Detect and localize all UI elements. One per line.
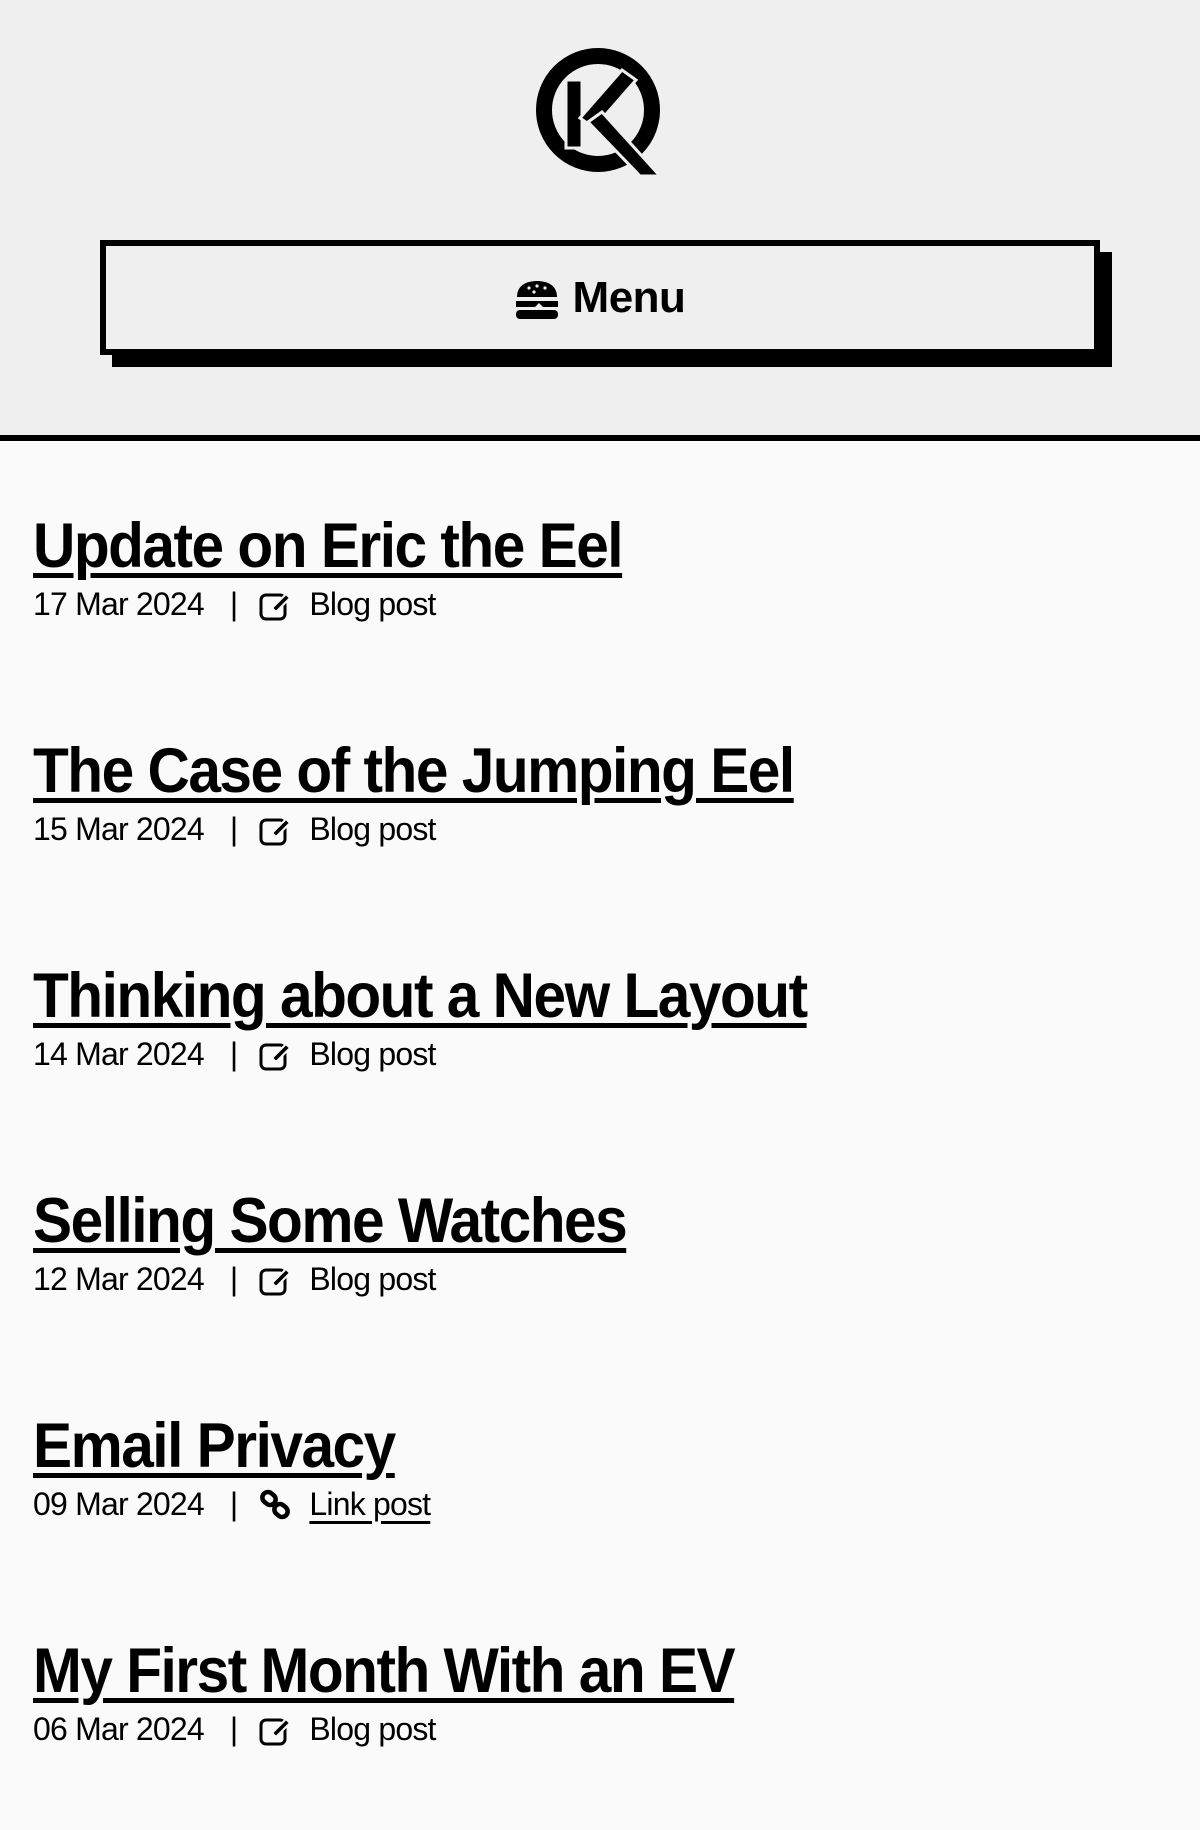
post-date: 15 Mar 2024	[33, 811, 205, 847]
burger-icon	[515, 280, 558, 319]
site-header: Menu	[0, 0, 1200, 441]
post-item: Update on Eric the Eel 17 Mar 2024 | Blo…	[33, 515, 666, 623]
post-meta: 17 Mar 2024 | Blog post	[33, 586, 666, 623]
edit-icon	[259, 592, 292, 620]
post-type: Blog post	[309, 1036, 436, 1072]
post-meta: 14 Mar 2024 | Blog post	[33, 1036, 865, 1073]
post-title-link[interactable]: Selling Some Watches	[33, 1190, 628, 1253]
post-type-link[interactable]: Link post	[309, 1486, 431, 1522]
meta-separator: |	[229, 811, 238, 847]
post-date: 06 Mar 2024	[33, 1711, 205, 1747]
post-title-link[interactable]: Update on Eric the Eel	[33, 515, 624, 578]
post-meta: 12 Mar 2024 | Blog post	[33, 1261, 671, 1298]
post-type: Blog post	[309, 811, 436, 847]
meta-separator: |	[229, 1711, 238, 1747]
post-title-link[interactable]: Thinking about a New Layout	[33, 965, 808, 1028]
meta-separator: |	[229, 1261, 238, 1297]
post-type: Blog post	[309, 586, 436, 622]
edit-icon	[259, 1717, 292, 1745]
post-meta: 06 Mar 2024 | Blog post	[33, 1711, 787, 1748]
link-icon	[260, 1489, 291, 1519]
post-item: Selling Some Watches 12 Mar 2024 | Blog …	[33, 1190, 671, 1298]
post-type: Link post	[309, 1486, 431, 1523]
post-date: 09 Mar 2024	[33, 1486, 205, 1522]
post-title-link[interactable]: The Case of the Jumping Eel	[33, 740, 795, 803]
post-item: The Case of the Jumping Eel 15 Mar 2024 …	[33, 740, 851, 848]
post-date: 14 Mar 2024	[33, 1036, 205, 1072]
menu-button[interactable]: Menu	[100, 240, 1100, 355]
post-item: Thinking about a New Layout 14 Mar 2024 …	[33, 965, 865, 1073]
meta-separator: |	[229, 586, 238, 622]
post-date: 12 Mar 2024	[33, 1261, 205, 1297]
edit-icon	[259, 1042, 292, 1070]
menu-label: Menu	[572, 272, 686, 322]
meta-separator: |	[229, 1036, 238, 1072]
meta-separator: |	[229, 1486, 238, 1522]
post-item: My First Month With an EV 06 Mar 2024 | …	[33, 1640, 787, 1748]
post-title-link[interactable]: My First Month With an EV	[33, 1640, 736, 1703]
menu-button-wrapper: Menu	[100, 240, 1112, 367]
post-date: 17 Mar 2024	[33, 586, 205, 622]
edit-icon	[259, 1267, 292, 1295]
ok-monogram-logo-icon	[536, 48, 663, 176]
post-title-link[interactable]: Email Privacy	[33, 1415, 396, 1478]
edit-icon	[259, 817, 292, 845]
post-meta: 15 Mar 2024 | Blog post	[33, 811, 851, 848]
post-item: Email Privacy 09 Mar 2024 | Link post	[33, 1415, 431, 1523]
post-meta: 09 Mar 2024 | Link post	[33, 1486, 431, 1523]
post-type: Blog post	[309, 1261, 436, 1297]
post-type: Blog post	[309, 1711, 436, 1747]
